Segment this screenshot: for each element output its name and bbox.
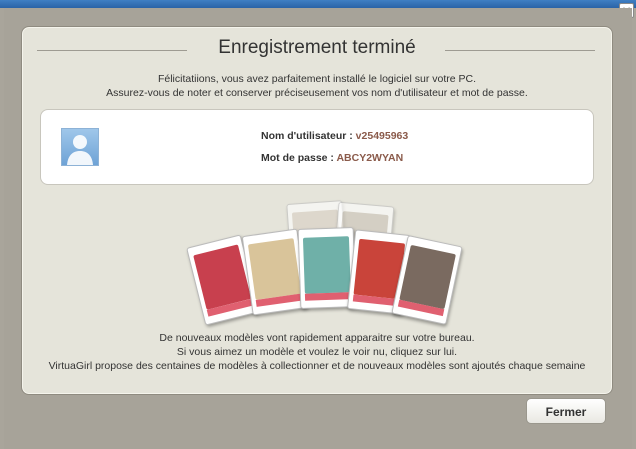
outro-line-1: De nouveaux modèles vont rapidement appa… (159, 332, 475, 344)
intro-line-1: Félicitatiions, vous avez parfaitement i… (157, 73, 477, 85)
fermer-button[interactable]: Fermer (526, 398, 606, 424)
dialog-title: Enregistrement terminé (218, 37, 416, 58)
window-title-bar (0, 0, 636, 8)
model-cards-fan (185, 200, 463, 326)
credentials-box: Nom d'utilisateur : v25495963 Mot de pas… (40, 109, 594, 185)
outro-line-2: Si vous aimez un modèle et voulez le voi… (176, 346, 458, 358)
outro-text: De nouveaux modèles vont rapidement appa… (22, 331, 612, 373)
user-avatar-icon (61, 128, 99, 166)
title-divider-right (445, 50, 595, 51)
intro-text: Félicitatiions, vous avez parfaitement i… (22, 72, 612, 100)
title-row: Enregistrement terminé (22, 35, 612, 65)
content-panel: Enregistrement terminé Félicitatiions, v… (21, 26, 613, 395)
password-label: Mot de passe : (261, 152, 337, 164)
username-value: v25495963 (355, 130, 409, 142)
username-row: Nom d'utilisateur : v25495963 (261, 130, 408, 142)
outro-line-3: VirtuaGirl propose des centaines de modè… (48, 360, 586, 372)
intro-line-2: Assurez-vous de noter et conserver préci… (106, 87, 528, 99)
registration-dialog: Enregistrement terminé Félicitatiions, v… (4, 8, 632, 449)
password-value: ABCY2WYAN (336, 152, 404, 164)
username-label: Nom d'utilisateur : (261, 130, 356, 142)
password-row: Mot de passe : ABCY2WYAN (261, 152, 403, 164)
